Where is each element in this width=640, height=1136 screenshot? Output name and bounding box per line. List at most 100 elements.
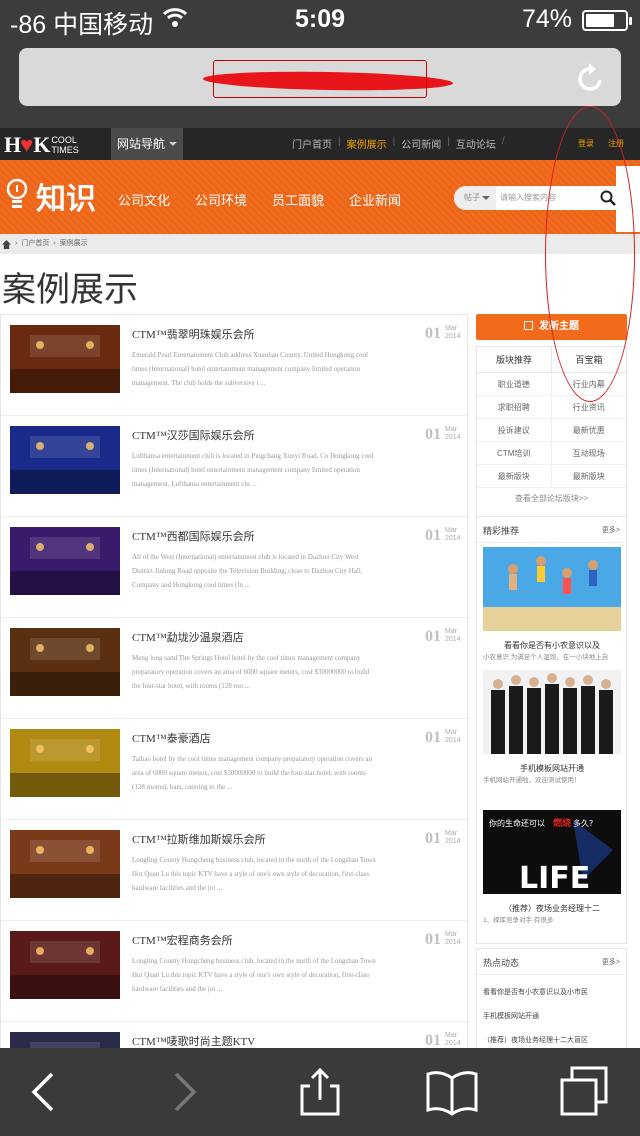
case-title[interactable]: CTM™西都国际娱乐会所 [132, 528, 255, 544]
case-item[interactable]: CTM™宏程商务会所 Longling County Hongcheng busi… [1, 921, 467, 1022]
case-date: 01 Mar 2014 [425, 830, 461, 848]
case-date: 01 Mar 2014 [425, 426, 461, 444]
case-item[interactable]: CTM™汉莎国际娱乐会所 Lufthansa entertainment club… [1, 416, 467, 517]
case-thumbnail[interactable] [10, 426, 120, 494]
share-icon[interactable] [294, 1066, 346, 1118]
case-year: 2014 [445, 838, 461, 845]
hot-more-link[interactable]: 更多> [602, 957, 620, 967]
logo-subtitle: COOL TIMES [51, 135, 79, 155]
breadcrumb-home[interactable]: 门户首页 [21, 234, 49, 254]
poster-text: 多久? [573, 818, 593, 828]
case-item[interactable]: CTM™翡翠明珠娱乐会所 Emerald Pearl Entertainment … [1, 315, 467, 416]
divider: | [338, 136, 341, 147]
category-nav: 公司文化 公司环境 员工面貌 企业新闻 [118, 190, 401, 209]
hot-topic-link[interactable]: 看看你是否有小农意识以及小市民 [477, 981, 626, 1005]
case-description: Meng long sand The Springs Hotel hotel b… [132, 654, 370, 690]
case-title[interactable]: CTM™泰豪酒店 [132, 730, 211, 746]
breadcrumb-current[interactable]: 案例展示 [60, 234, 88, 254]
toplink-home[interactable]: 门户首页 [292, 136, 332, 151]
category-staff[interactable]: 员工面貌 [272, 190, 324, 209]
beach-jump-image [483, 547, 621, 631]
case-title[interactable]: CTM™翡翠明珠娱乐会所 [132, 326, 255, 342]
category-environment[interactable]: 公司环境 [195, 190, 247, 209]
forum-link[interactable]: 求职招聘 [477, 396, 552, 419]
case-thumbnail[interactable] [10, 830, 120, 898]
home-icon[interactable] [2, 239, 11, 249]
case-description: Emerald Pearl Entertainment Club address… [132, 351, 368, 387]
poster-highlight: 燃烧 [553, 817, 571, 829]
forward-icon[interactable] [158, 1066, 210, 1118]
case-thumbnail[interactable] [10, 325, 120, 393]
search-scope-select[interactable]: 帖子 [454, 186, 496, 210]
logo-cool: COOL [51, 135, 77, 145]
case-title[interactable]: CTM™勐垅沙温泉酒店 [132, 629, 244, 645]
case-day: 01 [425, 426, 441, 443]
forum-link[interactable]: 互动现场 [551, 442, 626, 465]
case-description: Longling County Hongcheng business club,… [132, 957, 376, 993]
case-month: Mar [445, 426, 458, 433]
recommend-item[interactable]: 看看你是否有小农意识以及 小农意识 为满足个人温饱，在一小块地上自 [483, 547, 621, 663]
forum-link[interactable]: 最新版块 [477, 465, 552, 488]
case-item[interactable]: CTM™拉斯维加斯娱乐会所 Longling County Hongcheng b… [1, 820, 467, 921]
toplink-forum[interactable]: 互动论坛 [456, 136, 496, 151]
forum-link[interactable]: 最新优惠 [551, 419, 626, 442]
address-bar[interactable] [19, 48, 621, 106]
case-thumbnail[interactable] [10, 729, 120, 797]
forum-link[interactable]: 职业道德 [477, 373, 552, 396]
tab-recommended-forums[interactable]: 版块推荐 [477, 347, 552, 372]
back-icon[interactable] [18, 1066, 70, 1118]
breadcrumb: › 门户首页 › 案例展示 [0, 234, 640, 254]
case-day: 01 [425, 527, 441, 544]
case-title[interactable]: CTM™唛歌时尚主题KTV [132, 1033, 255, 1049]
case-day: 01 [425, 729, 441, 746]
category-culture[interactable]: 公司文化 [118, 190, 170, 209]
case-item[interactable]: CTM™西都国际娱乐会所 All of the West (Internation… [1, 517, 467, 618]
redaction-box [213, 60, 427, 98]
case-month: Mar [445, 628, 458, 635]
logo-text: H [4, 132, 21, 157]
reload-icon[interactable] [575, 60, 607, 94]
case-year: 2014 [445, 1040, 461, 1047]
section-title: 知识 [36, 182, 96, 217]
case-day: 01 [425, 931, 441, 948]
recommend-summary: 手机网站开通啦，欢迎测试使用！ [483, 777, 581, 784]
heart-icon: ♥ [20, 132, 34, 157]
case-thumbnail[interactable] [10, 628, 120, 696]
toplink-news[interactable]: 公司新闻 [401, 136, 441, 151]
status-bar: -86 中国移动 5:09 74% [0, 0, 640, 40]
forum-link[interactable]: 最新版块 [551, 465, 626, 488]
recommend-item[interactable]: 你的生命还可以 燃烧 多久? LIFE （推荐）夜场业务经理十二 1、择库竞争对… [483, 810, 621, 926]
hot-topic-link[interactable]: 手机模板网站开通 [477, 1005, 626, 1029]
case-month: Mar [445, 1032, 458, 1039]
toplink-cases[interactable]: 案例展示 [347, 136, 387, 151]
recommend-title: 精彩推荐 [483, 526, 520, 536]
recommend-item[interactable]: 手机模板网站开通 手机网站开通啦，欢迎测试使用！ [483, 670, 621, 786]
site-logo[interactable]: H ♥ K COOL TIMES [4, 132, 79, 158]
case-thumbnail[interactable] [10, 931, 120, 999]
forum-link[interactable]: CTM培训 [477, 442, 552, 465]
case-title[interactable]: CTM™拉斯维加斯娱乐会所 [132, 831, 266, 847]
divider: | [447, 136, 450, 147]
case-item[interactable]: CTM™勐垅沙温泉酒店 Meng long sand The Springs Ho… [1, 618, 467, 719]
forum-link[interactable]: 投诉建议 [477, 419, 552, 442]
case-list: CTM™翡翠明珠娱乐会所 Emerald Pearl Entertainment … [0, 314, 468, 1054]
top-links: 门户首页 | 案例展示 | 公司新闻 | 互动论坛 / [292, 136, 505, 151]
divider: | [392, 136, 396, 147]
site-nav-button[interactable]: 网站导航 [111, 128, 184, 160]
bookmarks-icon[interactable] [426, 1066, 478, 1118]
annotation-oval [545, 106, 635, 402]
case-title[interactable]: CTM™宏程商务会所 [132, 932, 233, 948]
section-header: 知识 公司文化 公司环境 员工面貌 企业新闻 帖子 请输入搜索内容 [0, 160, 640, 234]
group-photo-image [483, 670, 621, 754]
logo-text-k: K [33, 132, 50, 157]
tabs-icon[interactable] [558, 1066, 610, 1118]
breadcrumb-separator: › [15, 240, 18, 247]
category-news[interactable]: 企业新闻 [349, 190, 401, 209]
case-item[interactable]: CTM™泰豪酒店 Taihao hotel by the cool times m… [1, 719, 467, 820]
case-thumbnail[interactable] [10, 527, 120, 595]
case-date: 01 Mar 2014 [425, 729, 461, 747]
case-title[interactable]: CTM™汉莎国际娱乐会所 [132, 427, 255, 443]
recommend-more-link[interactable]: 更多> [602, 525, 620, 535]
all-forums-link[interactable]: 查看全部论坛版块>> [477, 488, 626, 510]
site-nav-label: 网站导航 [117, 137, 166, 151]
